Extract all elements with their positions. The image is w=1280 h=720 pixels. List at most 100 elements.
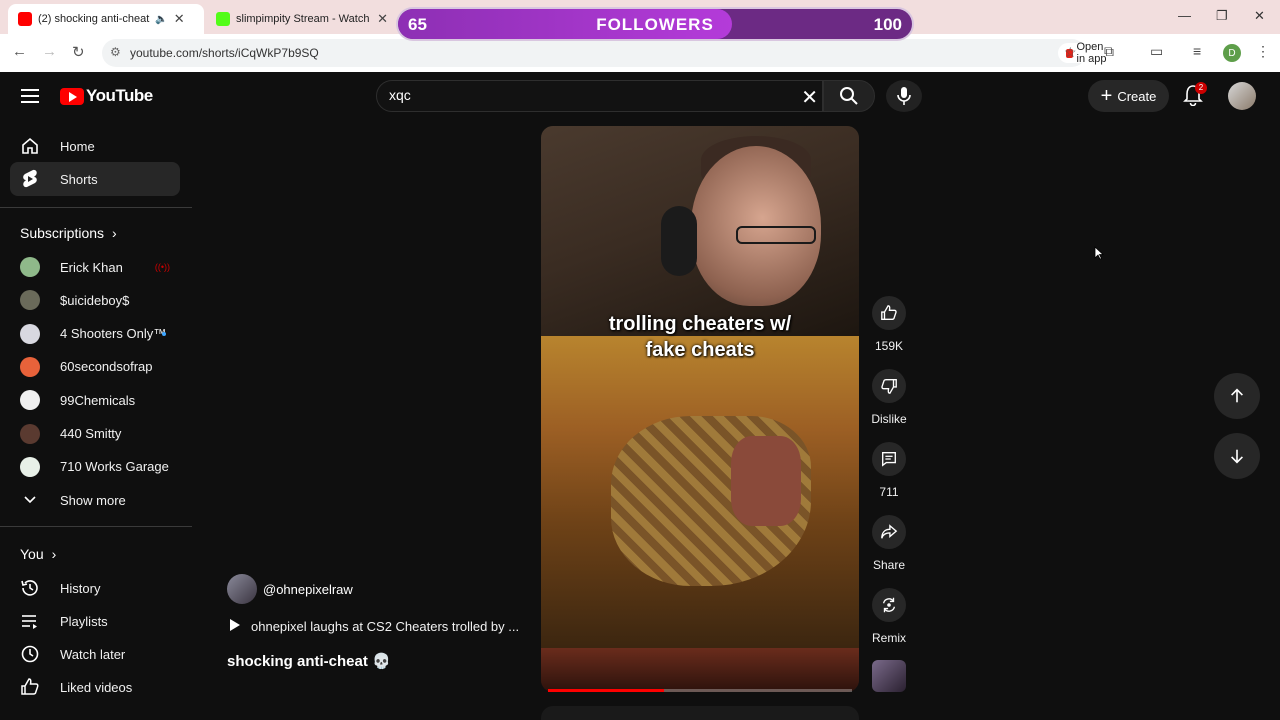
sidebar-divider bbox=[0, 207, 192, 208]
sidebar-subscription-item[interactable]: 440 Smitty bbox=[10, 417, 180, 451]
followers-label: FOLLOWERS bbox=[596, 15, 714, 34]
bookmark-star-icon[interactable]: ☆ bbox=[1064, 44, 1077, 61]
sidebar-subscription-item[interactable]: $uicideboy$ bbox=[10, 283, 180, 317]
menu-icon[interactable] bbox=[21, 89, 39, 103]
create-button[interactable]: + Create bbox=[1088, 80, 1169, 112]
comment-icon bbox=[882, 452, 896, 467]
search-button[interactable] bbox=[823, 80, 875, 112]
sidebar-item-label: 440 Smitty bbox=[60, 426, 122, 441]
channel-avatar[interactable] bbox=[227, 574, 257, 604]
dislike-button[interactable] bbox=[872, 369, 906, 403]
clear-search-icon[interactable]: ✕ bbox=[801, 85, 818, 110]
sidebar-item-home[interactable]: Home bbox=[10, 129, 180, 163]
channel-avatar bbox=[20, 423, 40, 444]
sidebar-item-watch-later[interactable]: Watch later bbox=[10, 637, 180, 671]
sidebar-item-playlists[interactable]: Playlists bbox=[10, 604, 180, 638]
subscriptions-heading[interactable]: Subscriptions › bbox=[20, 225, 117, 241]
url-text: youtube.com/shorts/iCqWkP7b9SQ bbox=[130, 46, 319, 60]
sidebar-subscription-item[interactable]: 710 Works Garage bbox=[10, 450, 180, 484]
comment-count: 711 bbox=[879, 485, 899, 499]
sidebar-item-label: Erick Khan bbox=[60, 259, 123, 275]
notification-badge: 2 bbox=[1195, 82, 1207, 94]
thumbs-down-icon bbox=[881, 379, 897, 394]
video-progress-bar[interactable] bbox=[548, 689, 852, 692]
share-action: Share bbox=[866, 515, 912, 572]
video-figure bbox=[661, 206, 697, 276]
previous-short-button[interactable] bbox=[1214, 373, 1260, 419]
show-more-button[interactable]: Show more bbox=[10, 483, 180, 517]
browser-profile-avatar[interactable]: D bbox=[1223, 44, 1241, 62]
sidebar-item-history[interactable]: History bbox=[10, 571, 180, 605]
browser-tab-active[interactable]: (2) shocking anti-cheat 🔈 ✕ bbox=[8, 4, 204, 34]
search-input[interactable] bbox=[389, 87, 769, 103]
mute-icon[interactable]: 🔈 bbox=[155, 14, 167, 25]
video-frame-streamer bbox=[541, 126, 859, 336]
like-button[interactable] bbox=[872, 296, 906, 330]
show-more-label: Show more bbox=[60, 492, 126, 508]
channel-link[interactable]: @ohnepixelraw bbox=[227, 574, 353, 604]
sidebar-item-label: History bbox=[60, 580, 101, 596]
sidebar: Home Shorts Subscriptions › Erick Khan ((… bbox=[0, 120, 192, 720]
next-short-preview[interactable] bbox=[541, 706, 859, 720]
reload-icon[interactable]: ↻ bbox=[72, 43, 85, 61]
thumbs-up-icon bbox=[881, 305, 897, 320]
youtube-play-icon bbox=[60, 87, 84, 105]
sidebar-item-label: 4 Shooters Only™ bbox=[60, 326, 167, 342]
site-info-icon[interactable]: ⚙ bbox=[110, 45, 121, 59]
sidebar-subscription-item[interactable]: Erick Khan ((•)) bbox=[10, 250, 180, 284]
channel-avatar bbox=[20, 323, 40, 344]
followers-goal: 100 bbox=[873, 15, 902, 34]
sidebar-item-label: Watch later bbox=[60, 646, 126, 662]
shorts-icon bbox=[20, 169, 40, 189]
share-label: Share bbox=[872, 558, 906, 572]
remix-button[interactable] bbox=[872, 588, 906, 622]
arrow-up-icon bbox=[1231, 388, 1243, 403]
restore-icon[interactable]: ❐ bbox=[1216, 8, 1228, 24]
sidebar-item-liked-videos[interactable]: Liked videos bbox=[10, 670, 180, 704]
close-tab-icon[interactable]: ✕ bbox=[174, 11, 185, 27]
close-tab-icon[interactable]: ✕ bbox=[377, 11, 388, 27]
browser-tab[interactable]: slimpimpity Stream - Watch Liv ✕ bbox=[206, 4, 398, 34]
sidebar-subscription-item[interactable]: 99Chemicals bbox=[10, 383, 180, 417]
tab-title: slimpimpity Stream - Watch Liv bbox=[236, 13, 371, 25]
browser-menu-icon[interactable]: ⋮ bbox=[1256, 43, 1270, 60]
sidebar-subscription-item[interactable]: 60secondsofrap bbox=[10, 350, 180, 384]
next-short-button[interactable] bbox=[1214, 433, 1260, 479]
channel-avatar bbox=[20, 390, 40, 411]
sidebar-item-shorts[interactable]: Shorts bbox=[10, 162, 180, 196]
plus-icon: + bbox=[1100, 85, 1113, 107]
channel-thumbnail[interactable] bbox=[872, 660, 906, 692]
forward-icon[interactable]: → bbox=[42, 43, 57, 60]
back-icon[interactable]: ← bbox=[12, 43, 27, 60]
sidebar-item-label: $uicideboy$ bbox=[60, 292, 130, 308]
voice-search-button[interactable] bbox=[886, 80, 922, 112]
media-control-icon[interactable]: ≡ bbox=[1193, 43, 1201, 59]
youtube-favicon-icon bbox=[18, 12, 32, 26]
channel-name[interactable]: @ohnepixelraw bbox=[263, 582, 353, 597]
sidebar-divider bbox=[0, 526, 192, 527]
subscriptions-heading-label: Subscriptions bbox=[20, 225, 105, 241]
sidebar-item-label: Home bbox=[60, 138, 95, 154]
sound-link[interactable]: ohnepixel laughs at CS2 Cheaters trolled… bbox=[227, 618, 519, 635]
short-video-player[interactable]: trolling cheaters w/ fake cheats bbox=[541, 126, 859, 692]
close-window-icon[interactable]: ✕ bbox=[1254, 8, 1265, 24]
sidebar-subscription-item[interactable]: 4 Shooters Only™ bbox=[10, 317, 180, 351]
dislike-action: Dislike bbox=[866, 369, 912, 426]
account-avatar[interactable] bbox=[1228, 82, 1256, 110]
notifications-button[interactable]: 2 bbox=[1183, 82, 1207, 107]
youtube-logo[interactable]: YouTube bbox=[60, 86, 153, 106]
comments-button[interactable] bbox=[872, 442, 906, 476]
search-icon bbox=[840, 87, 858, 105]
share-button[interactable] bbox=[872, 515, 906, 549]
you-heading-label: You bbox=[20, 546, 44, 562]
minimize-icon[interactable]: — bbox=[1178, 8, 1191, 23]
video-frame-gameplay bbox=[541, 336, 859, 648]
cast-icon[interactable]: ▭ bbox=[1150, 43, 1163, 60]
extensions-icon[interactable]: ⧉ bbox=[1104, 43, 1114, 60]
remix-icon bbox=[882, 597, 896, 613]
address-bar[interactable]: ⚙ youtube.com/shorts/iCqWkP7b9SQ Open in… bbox=[102, 39, 1117, 67]
chevron-right-icon: › bbox=[51, 546, 57, 562]
channel-avatar bbox=[20, 456, 40, 477]
you-heading[interactable]: You › bbox=[20, 546, 56, 562]
like-count: 159K bbox=[874, 339, 904, 353]
